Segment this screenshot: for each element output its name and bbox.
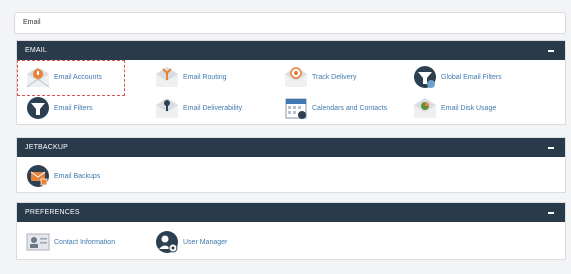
user-manager-icon xyxy=(154,229,180,255)
user-manager-link[interactable]: User Manager xyxy=(154,229,227,255)
contact-information-link[interactable]: Contact Information xyxy=(25,229,115,255)
email-filters-link[interactable]: Email Filters xyxy=(25,95,93,121)
email-backups-label: Email Backups xyxy=(54,172,101,180)
email-disk-usage-link[interactable]: Email Disk Usage xyxy=(412,95,496,121)
collapse-icon[interactable] xyxy=(548,147,554,149)
email-backups-link[interactable]: Email Backups xyxy=(25,163,100,189)
disk-usage-icon xyxy=(412,95,438,121)
collapse-icon[interactable] xyxy=(548,212,554,214)
email-filters-icon xyxy=(25,95,51,121)
track-delivery-link[interactable]: Track Delivery xyxy=(283,64,356,90)
preferences-section-title: PREFERENCES xyxy=(25,209,80,216)
calendars-contacts-link[interactable]: Calendars and Contacts xyxy=(283,95,387,121)
collapse-icon[interactable] xyxy=(548,50,554,52)
global-email-filters-icon xyxy=(412,64,438,90)
track-delivery-icon xyxy=(283,64,309,90)
jetbackup-section-header[interactable]: JETBACKUP xyxy=(17,138,565,157)
email-accounts-link[interactable]: Email Accounts xyxy=(25,64,102,90)
email-routing-icon xyxy=(154,64,180,90)
global-email-filters-label: Global Email Filters xyxy=(441,73,502,81)
email-backups-icon xyxy=(25,163,51,189)
user-manager-label: User Manager xyxy=(183,238,228,246)
contact-information-label: Contact Information xyxy=(54,238,116,246)
email-routing-link[interactable]: Email Routing xyxy=(154,64,227,90)
email-routing-label: Email Routing xyxy=(183,73,227,81)
contact-card-icon xyxy=(25,229,51,255)
email-filters-label: Email Filters xyxy=(54,104,93,112)
calendars-contacts-label: Calendars and Contacts xyxy=(312,104,388,112)
preferences-section-header[interactable]: PREFERENCES xyxy=(17,203,565,222)
calendar-icon xyxy=(283,95,309,121)
email-deliverability-icon xyxy=(154,95,180,121)
track-delivery-label: Track Delivery xyxy=(312,73,357,81)
jetbackup-section-title: JETBACKUP xyxy=(25,144,69,151)
email-deliverability-label: Email Deliverability xyxy=(183,104,243,112)
email-disk-usage-label: Email Disk Usage xyxy=(441,104,497,112)
email-accounts-icon xyxy=(25,64,51,90)
email-section-title: EMAIL xyxy=(25,47,48,54)
search-input[interactable]: Email xyxy=(14,12,566,34)
email-section-header[interactable]: EMAIL xyxy=(17,41,565,60)
email-accounts-label: Email Accounts xyxy=(54,73,102,81)
email-deliverability-link[interactable]: Email Deliverability xyxy=(154,95,242,121)
global-email-filters-link[interactable]: Global Email Filters xyxy=(412,64,502,90)
